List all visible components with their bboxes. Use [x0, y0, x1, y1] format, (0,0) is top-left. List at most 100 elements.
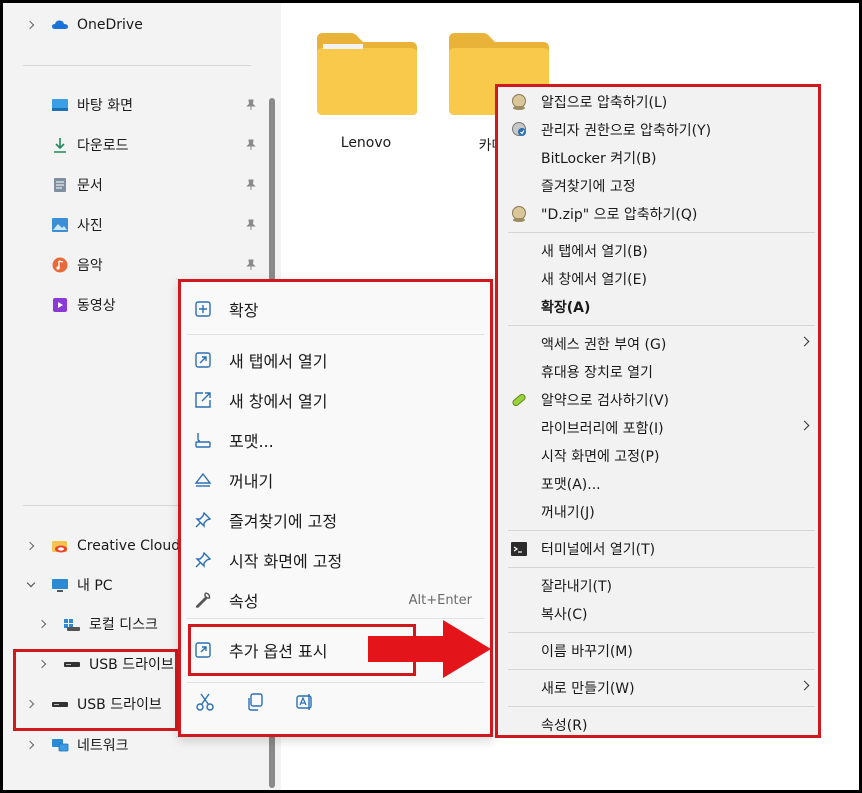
- menu-separator: [508, 325, 815, 326]
- classic-menu-item[interactable]: 새로 만들기(W): [498, 674, 818, 702]
- desktop-icon: [52, 99, 68, 111]
- classic-menu-item-label: 확장(A): [541, 300, 591, 316]
- classic-menu-item-label: 새로 만들기(W): [541, 681, 635, 697]
- classic-menu-item-label: 액세스 권한 부여 (G): [541, 337, 667, 353]
- pin-icon[interactable]: [246, 139, 256, 151]
- classic-menu-item[interactable]: 잘라내기(T): [498, 572, 818, 600]
- chevron-right-icon[interactable]: [25, 540, 37, 552]
- cloud-icon: [52, 20, 68, 29]
- nav-item-this-pc[interactable]: 내 PC: [25, 572, 113, 598]
- menu-item-open-new-tab[interactable]: 새 탭에서 열기: [193, 343, 478, 377]
- classic-menu-item-label: 새 탭에서 열기(B): [541, 244, 648, 260]
- classic-menu-item[interactable]: 터미널에서 열기(T): [498, 535, 818, 563]
- rename-button[interactable]: [293, 690, 317, 714]
- menu-item-expand[interactable]: 확장: [193, 292, 478, 326]
- screenshot-frame: OneDrive 바탕 화면다운로드문서사진음악동영상 Creative Clo…: [0, 0, 862, 793]
- classic-menu-item[interactable]: 즐겨찾기에 고정: [498, 172, 818, 200]
- nav-item-local-disk[interactable]: 로컬 디스크: [37, 611, 158, 637]
- pin-icon[interactable]: [246, 179, 256, 191]
- pin-icon[interactable]: [246, 259, 256, 271]
- pin-icon: [193, 510, 213, 530]
- classic-menu-item-label: 시작 화면에 고정(P): [541, 449, 660, 465]
- menu-item-open-new-window[interactable]: 새 창에서 열기: [193, 383, 478, 417]
- music-icon: [52, 257, 68, 273]
- scissors-icon: [196, 693, 214, 711]
- alzip-icon: [512, 94, 526, 110]
- nav-item-network[interactable]: 네트워크: [25, 732, 129, 758]
- sidebar-item-video[interactable]: 동영상: [51, 292, 116, 318]
- sidebar-item-music[interactable]: 음악: [51, 252, 103, 278]
- pin-icon[interactable]: [246, 99, 256, 111]
- cut-button[interactable]: [193, 690, 217, 714]
- classic-menu-item-label: 꺼내기(J): [541, 505, 595, 521]
- menu-separator: [508, 567, 815, 568]
- classic-menu-item[interactable]: 포맷(A)...: [498, 470, 818, 498]
- menu-separator: [508, 706, 815, 707]
- nav-item-onedrive[interactable]: OneDrive: [25, 12, 143, 38]
- menu-separator: [187, 334, 484, 335]
- menu-item-format[interactable]: 포맷...: [193, 423, 478, 457]
- chevron-right-icon[interactable]: [25, 19, 37, 31]
- chevron-right-icon[interactable]: [25, 739, 37, 751]
- menu-item-label: 포맷...: [229, 432, 274, 451]
- menu-separator: [187, 618, 484, 619]
- folder-item[interactable]: Lenovo: [311, 29, 421, 151]
- sidebar-item-label: 문서: [77, 178, 103, 194]
- menu-separator: [508, 669, 815, 670]
- classic-menu-item[interactable]: BitLocker 켜기(B): [498, 144, 818, 172]
- classic-menu-item[interactable]: 새 창에서 열기(E): [498, 265, 818, 293]
- sidebar-item-pictures[interactable]: 사진: [51, 212, 103, 238]
- copy-icon: [248, 693, 263, 711]
- wrench-icon: [193, 590, 213, 610]
- nav-label: 네트워크: [77, 738, 129, 754]
- classic-menu-item[interactable]: 시작 화면에 고정(P): [498, 442, 818, 470]
- copy-button[interactable]: [243, 690, 267, 714]
- classic-menu-item[interactable]: 복사(C): [498, 600, 818, 628]
- alzip-admin-icon: [512, 122, 526, 136]
- classic-menu-item[interactable]: 라이브러리에 포함(I): [498, 414, 818, 442]
- chevron-right-icon[interactable]: [37, 618, 49, 630]
- menu-item-properties[interactable]: 속성 Alt+Enter: [193, 583, 478, 617]
- menu-item-pin-start[interactable]: 시작 화면에 고정: [193, 543, 478, 577]
- pin-icon[interactable]: [246, 219, 256, 231]
- nav-item-creative-cloud[interactable]: Creative Cloud: [25, 533, 180, 559]
- menu-separator: [508, 530, 815, 531]
- classic-menu-item-label: 터미널에서 열기(T): [541, 542, 656, 558]
- classic-menu-item[interactable]: 이름 바꾸기(M): [498, 637, 818, 665]
- classic-menu-item[interactable]: 알약으로 검사하기(V): [498, 386, 818, 414]
- classic-menu-item[interactable]: 속성(R): [498, 711, 818, 739]
- eject-icon: [193, 470, 213, 490]
- video-icon: [53, 298, 67, 312]
- format-drive-icon: [193, 430, 213, 450]
- classic-menu-item[interactable]: 액세스 권한 부여 (G): [498, 330, 818, 358]
- usb-highlight-box: [13, 649, 178, 731]
- menu-item-label: 새 창에서 열기: [229, 392, 328, 411]
- classic-menu-item[interactable]: "D.zip" 으로 압축하기(Q): [498, 200, 818, 228]
- creative-cloud-folder-icon: [52, 541, 67, 553]
- expand-arrow-icon: [193, 640, 213, 660]
- document-icon: [54, 178, 66, 192]
- nav-label: 내 PC: [77, 578, 113, 594]
- classic-menu-item[interactable]: 꺼내기(J): [498, 498, 818, 526]
- sidebar-item-label: 다운로드: [77, 138, 129, 154]
- classic-menu-item-label: 이름 바꾸기(M): [541, 644, 633, 660]
- nav-label: 로컬 디스크: [89, 617, 158, 633]
- menu-separator: [508, 632, 815, 633]
- sidebar-item-document[interactable]: 문서: [51, 172, 103, 198]
- classic-menu-item[interactable]: 확장(A): [498, 293, 818, 321]
- terminal-icon: [511, 542, 527, 556]
- sidebar-item-download[interactable]: 다운로드: [51, 132, 129, 158]
- menu-item-label: 즐겨찾기에 고정: [229, 512, 338, 531]
- classic-menu-item-label: 속성(R): [541, 718, 588, 734]
- network-icon: [52, 739, 69, 752]
- folder-icon: [317, 33, 417, 115]
- classic-menu-item-label: "D.zip" 으로 압축하기(Q): [541, 207, 698, 223]
- classic-menu-item[interactable]: 휴대용 장치로 열기: [498, 358, 818, 386]
- chevron-down-icon[interactable]: [25, 579, 37, 591]
- classic-menu-item[interactable]: 관리자 권한으로 압축하기(Y): [498, 116, 818, 144]
- sidebar-item-desktop[interactable]: 바탕 화면: [51, 92, 133, 118]
- menu-item-pin-quick-access[interactable]: 즐겨찾기에 고정: [193, 503, 478, 537]
- classic-menu-item[interactable]: 새 탭에서 열기(B): [498, 237, 818, 265]
- classic-menu-item[interactable]: 알집으로 압축하기(L): [498, 88, 818, 116]
- menu-item-eject[interactable]: 꺼내기: [193, 463, 478, 497]
